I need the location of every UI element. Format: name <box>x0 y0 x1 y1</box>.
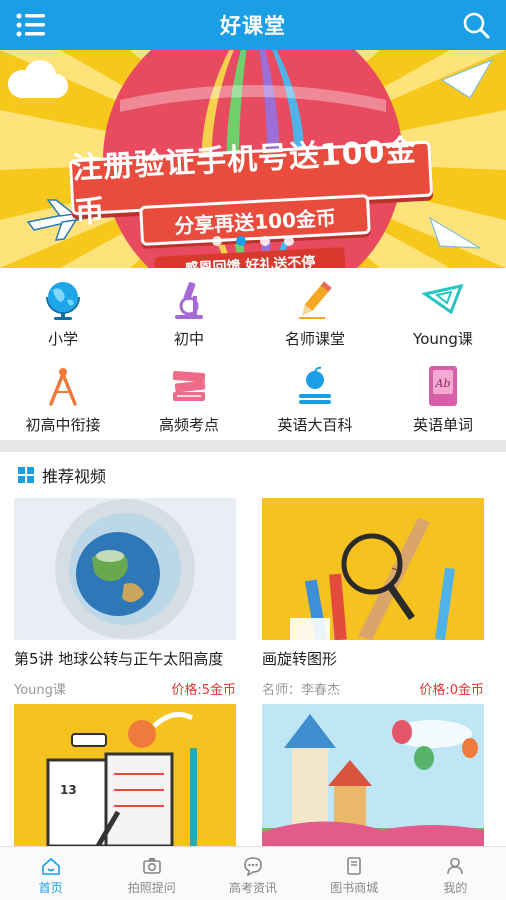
grid-icon <box>18 467 34 483</box>
video-meta: Young课 价格:5金币 <box>14 679 236 698</box>
category-label: Young课 <box>413 330 473 348</box>
tab-label: 高考资讯 <box>229 881 278 895</box>
svg-text:Ab: Ab <box>435 377 451 390</box>
video-card[interactable] <box>262 704 484 846</box>
category-english-words[interactable]: Ab 英语单词 <box>380 354 506 440</box>
app-title: 好课堂 <box>220 14 286 38</box>
category-young-course[interactable]: Young课 <box>380 268 506 354</box>
compass-icon <box>49 368 77 406</box>
recommend-header: 推荐视频 <box>0 452 506 498</box>
category-label: 初高中衔接 <box>25 416 101 434</box>
book-icon <box>347 857 362 875</box>
tab-book-store[interactable]: 图书商城 <box>304 847 405 900</box>
tab-mine[interactable]: 我的 <box>405 847 506 900</box>
category-junior-high[interactable]: 初中 <box>126 268 252 354</box>
video-card[interactable]: 画旋转图形 名师：李春杰 价格:0金币 <box>262 498 484 698</box>
video-price: 价格:0金币 <box>419 683 484 698</box>
category-label: 英语单词 <box>412 416 473 434</box>
tab-home[interactable]: 首页 <box>0 847 101 900</box>
tab-photo-question[interactable]: 拍照提问 <box>101 847 202 900</box>
carousel-dot[interactable] <box>284 236 294 246</box>
camera-icon <box>142 858 161 874</box>
carousel-dot[interactable] <box>260 236 270 246</box>
microscope-icon <box>175 282 203 319</box>
svg-text:13: 13 <box>60 783 77 797</box>
category-label: 初中 <box>173 330 204 348</box>
category-primary-school[interactable]: 小学 <box>0 268 126 354</box>
user-icon <box>447 857 464 875</box>
category-label: 高频考点 <box>158 416 219 434</box>
tab-label: 拍照提问 <box>127 881 176 895</box>
video-title: 第5讲 地球公转与正午太阳高度 <box>14 650 224 668</box>
video-meta: 名师：李春杰 价格:0金币 <box>262 679 484 698</box>
app-screen: 好课堂 注册验证手机号送100金币 分享再送100金币 感恩回馈 好礼送不停 小… <box>0 0 506 900</box>
chat-icon <box>244 857 262 876</box>
set-square-icon <box>421 283 464 315</box>
category-famous-teachers[interactable]: 名师课堂 <box>252 268 378 354</box>
carousel-indicator <box>0 236 506 246</box>
apple-book-icon <box>299 366 331 404</box>
books-icon <box>172 371 206 401</box>
video-thumbnail: 13 <box>14 704 236 846</box>
carousel-dot[interactable] <box>212 236 222 246</box>
notebook-icon: Ab <box>429 366 457 406</box>
category-grid: 小学 初中 名师课堂 Young课 初高中衔接 高频考点 英语大百科 Ab 英语… <box>0 268 506 440</box>
section-divider <box>0 440 506 452</box>
category-label: 名师课堂 <box>284 330 345 348</box>
category-bridge-course[interactable]: 初高中衔接 <box>0 354 126 440</box>
pencil-icon <box>299 281 332 319</box>
menu-icon[interactable] <box>16 12 46 38</box>
video-thumbnail <box>262 498 484 640</box>
globe-icon <box>46 282 80 320</box>
category-english-encyclopedia[interactable]: 英语大百科 <box>252 354 378 440</box>
category-label: 英语大百科 <box>277 416 353 434</box>
video-card[interactable]: 第5讲 地球公转与正午太阳高度 Young课 价格:5金币 <box>14 498 236 698</box>
section-title: 推荐视频 <box>42 467 107 486</box>
tab-label: 首页 <box>38 881 63 895</box>
tab-label: 我的 <box>443 881 468 895</box>
video-price: 价格:5金币 <box>171 683 236 698</box>
category-key-points[interactable]: 高频考点 <box>126 354 252 440</box>
promo-banner[interactable]: 注册验证手机号送100金币 分享再送100金币 感恩回馈 好礼送不停 <box>0 50 506 268</box>
video-thumbnail <box>14 498 236 640</box>
search-icon[interactable] <box>462 11 490 39</box>
video-title: 画旋转图形 <box>262 650 338 668</box>
video-source: 名师：李春杰 <box>262 683 341 698</box>
tab-label: 图书商城 <box>330 881 379 895</box>
video-card[interactable]: 13 <box>14 704 236 846</box>
video-thumbnail <box>262 704 484 846</box>
top-bar: 好课堂 <box>0 0 506 50</box>
home-icon <box>41 857 60 875</box>
carousel-dot-active[interactable] <box>236 236 246 246</box>
tab-gaokao-news[interactable]: 高考资讯 <box>202 847 303 900</box>
bottom-tab-bar: 首页 拍照提问 高考资讯 图书商城 我的 <box>0 846 506 900</box>
video-source: Young课 <box>14 683 66 698</box>
category-label: 小学 <box>47 330 78 348</box>
